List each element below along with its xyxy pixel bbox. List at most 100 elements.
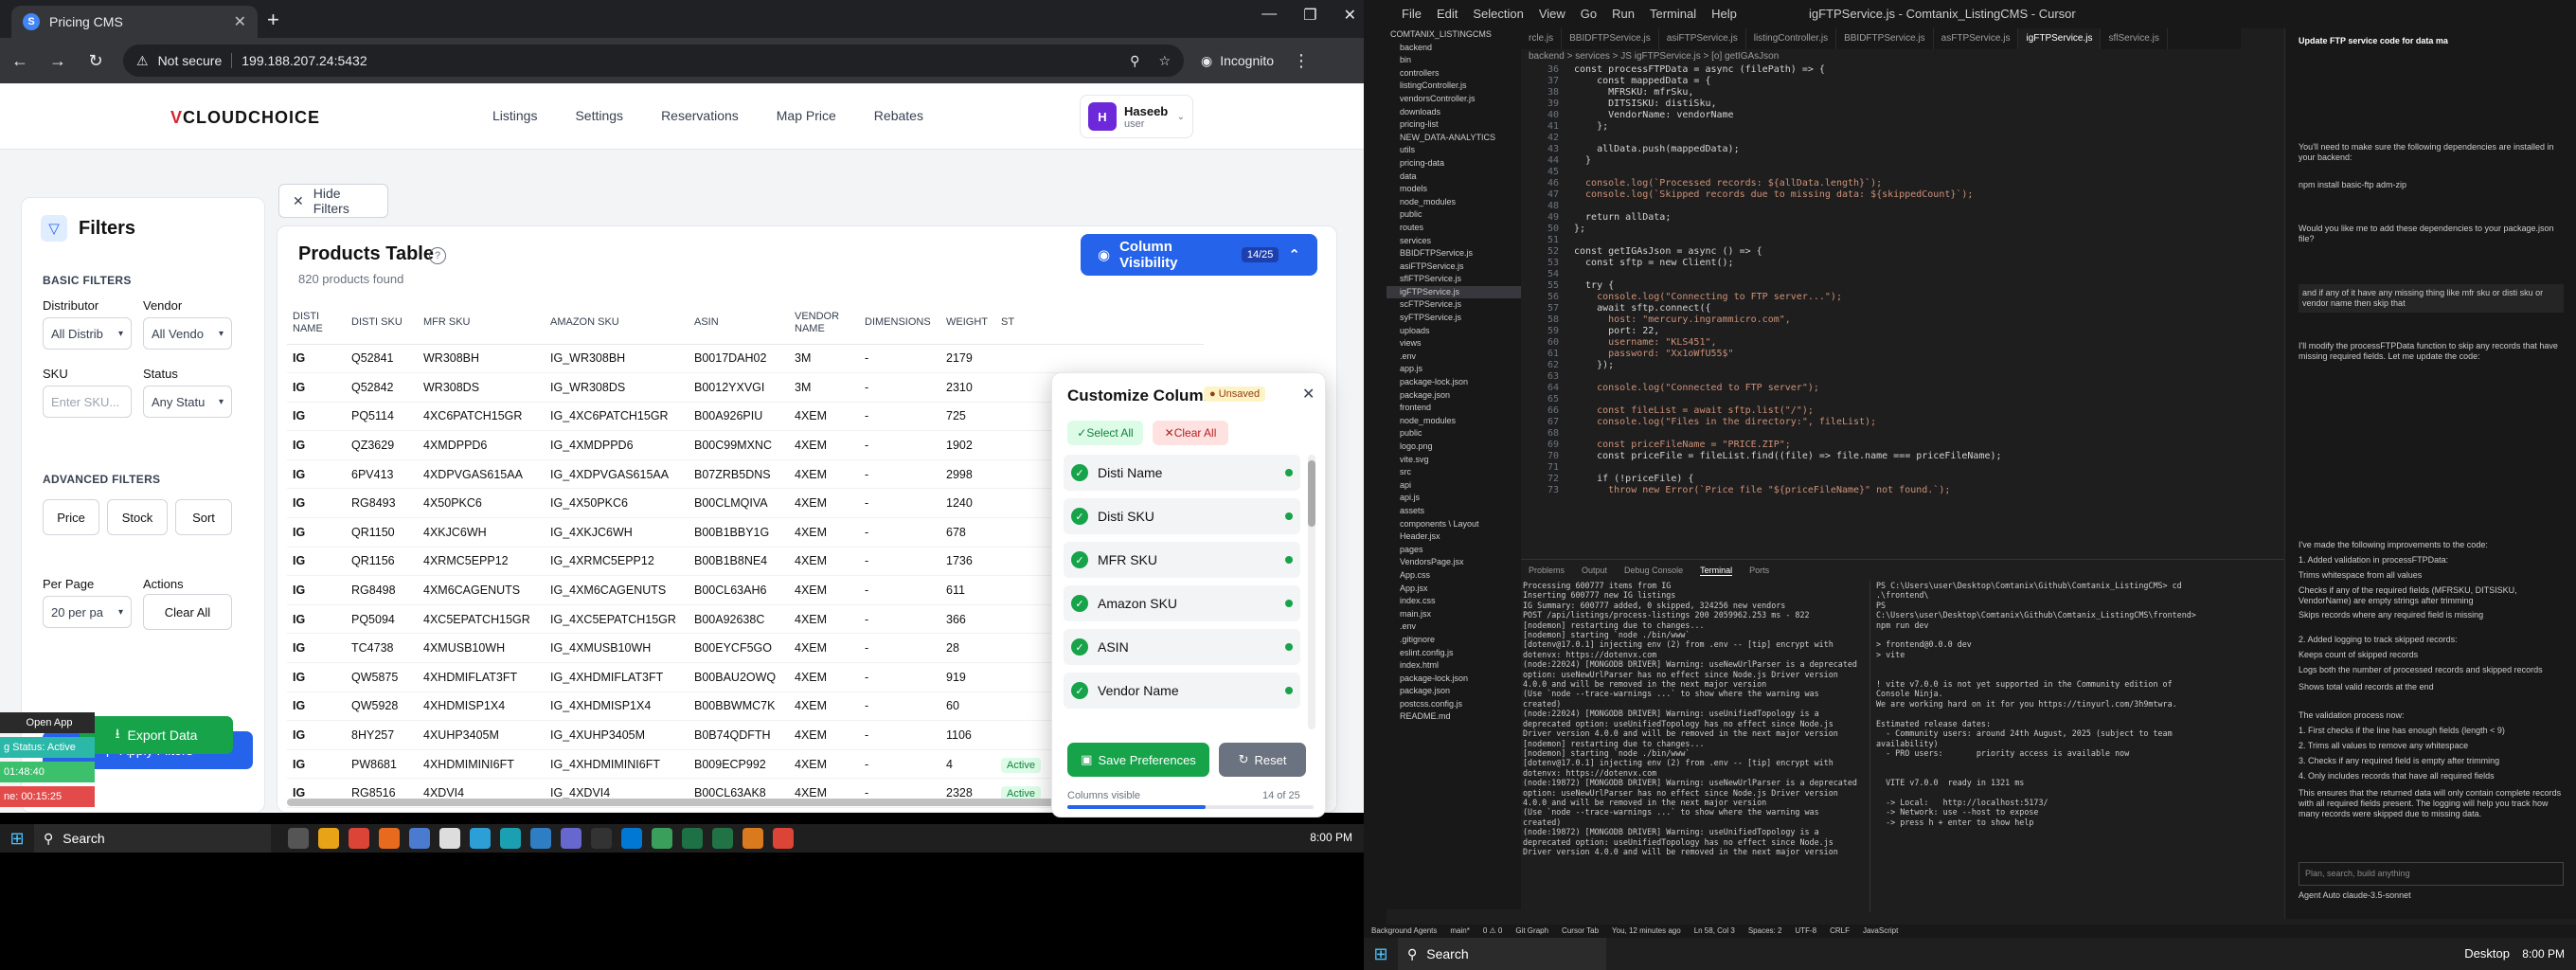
app-icon[interactable] bbox=[500, 828, 521, 849]
explorer-item[interactable]: public bbox=[1386, 427, 1521, 440]
vendor-select[interactable]: All Vendo ▾ bbox=[143, 317, 232, 350]
status-item[interactable]: 0 ⚠ 0 bbox=[1483, 926, 1503, 936]
explorer-item[interactable]: package.json bbox=[1386, 389, 1521, 403]
explorer-item[interactable]: .env bbox=[1386, 620, 1521, 634]
explorer-item[interactable]: COMTANIX_LISTINGCMS bbox=[1386, 28, 1521, 42]
minimize-icon[interactable]: — bbox=[1261, 6, 1277, 25]
explorer-item[interactable]: listingController.js bbox=[1386, 80, 1521, 93]
explorer-item[interactable]: assets bbox=[1386, 505, 1521, 518]
brand-logo[interactable]: VCLOUDCHOICE bbox=[170, 108, 320, 128]
explorer-item[interactable]: public bbox=[1386, 208, 1521, 222]
nav-listings[interactable]: Listings bbox=[492, 108, 537, 123]
menu-help[interactable]: Help bbox=[1711, 7, 1737, 21]
status-item[interactable]: Spaces: 2 bbox=[1748, 926, 1782, 936]
back-icon[interactable]: ← bbox=[9, 51, 30, 71]
minimap[interactable] bbox=[2241, 51, 2284, 559]
panel-tab[interactable]: Terminal bbox=[1700, 566, 1733, 576]
explorer-item[interactable]: backend bbox=[1386, 42, 1521, 55]
clear-all-columns-button[interactable]: ✕ Clear All bbox=[1153, 421, 1228, 445]
explorer-item[interactable]: uploads bbox=[1386, 325, 1521, 338]
explorer-item[interactable]: node_modules bbox=[1386, 196, 1521, 209]
status-select[interactable]: Any Statu ▾ bbox=[143, 386, 232, 418]
new-tab-icon[interactable]: + bbox=[267, 8, 279, 32]
explorer-item[interactable]: App.jsx bbox=[1386, 583, 1521, 596]
explorer-item[interactable]: services bbox=[1386, 235, 1521, 248]
editor-tab[interactable]: rcle.js bbox=[1521, 28, 1563, 49]
explorer-item[interactable]: Header.jsx bbox=[1386, 530, 1521, 544]
explorer-item[interactable]: pricing-data bbox=[1386, 157, 1521, 171]
column-option[interactable]: ✓ MFR SKU bbox=[1064, 542, 1300, 578]
app-icon[interactable] bbox=[712, 828, 733, 849]
taskbar-search[interactable]: ⚲ Search bbox=[1398, 938, 1606, 970]
app-icon[interactable] bbox=[591, 828, 612, 849]
url-text[interactable]: 199.188.207.24:5432 bbox=[242, 53, 367, 68]
explorer-item[interactable]: node_modules bbox=[1386, 415, 1521, 428]
explorer-item[interactable]: index.css bbox=[1386, 595, 1521, 608]
help-icon[interactable]: ? bbox=[429, 247, 446, 264]
explorer-item[interactable]: package-lock.json bbox=[1386, 376, 1521, 389]
explorer-item[interactable]: sflFTPService.js bbox=[1386, 273, 1521, 286]
nav-reservations[interactable]: Reservations bbox=[661, 108, 739, 123]
explorer-item[interactable]: src bbox=[1386, 466, 1521, 479]
explorer-item[interactable]: NEW_DATA-ANALYTICS bbox=[1386, 132, 1521, 145]
columns-scrollbar[interactable] bbox=[1308, 455, 1315, 729]
code-editor[interactable]: 36 const processFTPData = async (filePath… bbox=[1521, 64, 2241, 559]
windows-start-icon[interactable]: ⊞ bbox=[1364, 940, 1398, 968]
explorer-item[interactable]: App.css bbox=[1386, 569, 1521, 583]
explorer-item[interactable]: asiFTPService.js bbox=[1386, 260, 1521, 274]
open-app-button[interactable]: Open App bbox=[0, 712, 95, 733]
menu-terminal[interactable]: Terminal bbox=[1650, 7, 1696, 21]
explorer-item[interactable]: BBIDFTPService.js bbox=[1386, 247, 1521, 260]
editor-tab[interactable]: asFTPService.js bbox=[1934, 28, 2019, 49]
explorer-item[interactable]: utils bbox=[1386, 144, 1521, 157]
editor-tab[interactable]: listingController.js bbox=[1746, 28, 1837, 49]
menu-file[interactable]: File bbox=[1402, 7, 1422, 21]
app-icon[interactable] bbox=[530, 828, 551, 849]
explorer-item[interactable]: data bbox=[1386, 171, 1521, 184]
col-amazon-sku[interactable]: AMAZON SKU bbox=[545, 302, 689, 345]
editor-tab[interactable]: sflService.js bbox=[2101, 28, 2168, 49]
sku-input[interactable]: Enter SKU... bbox=[43, 386, 132, 418]
menu-run[interactable]: Run bbox=[1612, 7, 1635, 21]
file-explorer-icon[interactable] bbox=[318, 828, 339, 849]
clear-all-filters-button[interactable]: Clear All bbox=[143, 594, 232, 630]
panel-tab[interactable]: Output bbox=[1582, 566, 1607, 576]
app-icon[interactable] bbox=[409, 828, 430, 849]
explorer-item[interactable]: pages bbox=[1386, 544, 1521, 557]
task-view-icon[interactable] bbox=[288, 828, 309, 849]
col-weight[interactable]: WEIGHT bbox=[940, 302, 995, 345]
chat-input[interactable]: Plan, search, build anything bbox=[2299, 862, 2564, 886]
col-dimensions[interactable]: DIMENSIONS bbox=[859, 302, 940, 345]
taskbar-search[interactable]: ⚲ Search bbox=[34, 824, 271, 853]
reload-icon[interactable]: ↻ bbox=[85, 51, 106, 71]
menu-go[interactable]: Go bbox=[1581, 7, 1597, 21]
hide-filters-button[interactable]: ✕ Hide Filters bbox=[278, 184, 388, 218]
explorer-item[interactable]: components \ Layout bbox=[1386, 518, 1521, 531]
panel-tab[interactable]: Ports bbox=[1749, 566, 1769, 576]
menu-edit[interactable]: Edit bbox=[1437, 7, 1458, 21]
explorer-item[interactable]: views bbox=[1386, 337, 1521, 350]
panel-tab[interactable]: Debug Console bbox=[1624, 566, 1683, 576]
status-item[interactable]: Ln 58, Col 3 bbox=[1694, 926, 1735, 936]
explorer-item[interactable]: logo.png bbox=[1386, 440, 1521, 454]
menu-view[interactable]: View bbox=[1539, 7, 1565, 21]
column-option[interactable]: ✓ Amazon SKU bbox=[1064, 585, 1300, 621]
explorer-item[interactable]: package-lock.json bbox=[1386, 673, 1521, 686]
status-item[interactable]: Background Agents bbox=[1371, 926, 1437, 936]
menu-selection[interactable]: Selection bbox=[1473, 7, 1523, 21]
price-filter-button[interactable]: Price bbox=[43, 499, 99, 535]
explorer-item[interactable]: downloads bbox=[1386, 106, 1521, 119]
app-icon[interactable] bbox=[561, 828, 581, 849]
windows-start-icon[interactable]: ⊞ bbox=[0, 824, 34, 853]
forward-icon[interactable]: → bbox=[47, 51, 68, 71]
status-item[interactable]: CRLF bbox=[1830, 926, 1850, 936]
explorer-item[interactable]: app.js bbox=[1386, 363, 1521, 376]
browser-tab[interactable]: S Pricing CMS ✕ bbox=[11, 6, 258, 38]
user-menu[interactable]: H Haseeb user ⌄ bbox=[1080, 95, 1193, 138]
explorer-item[interactable]: index.html bbox=[1386, 659, 1521, 673]
select-all-button[interactable]: ✓ Select All bbox=[1067, 421, 1143, 445]
col-status[interactable]: ST bbox=[995, 302, 1052, 345]
explorer-item[interactable]: scFTPService.js bbox=[1386, 298, 1521, 312]
app-icon[interactable] bbox=[379, 828, 400, 849]
status-item[interactable]: Git Graph bbox=[1515, 926, 1548, 936]
